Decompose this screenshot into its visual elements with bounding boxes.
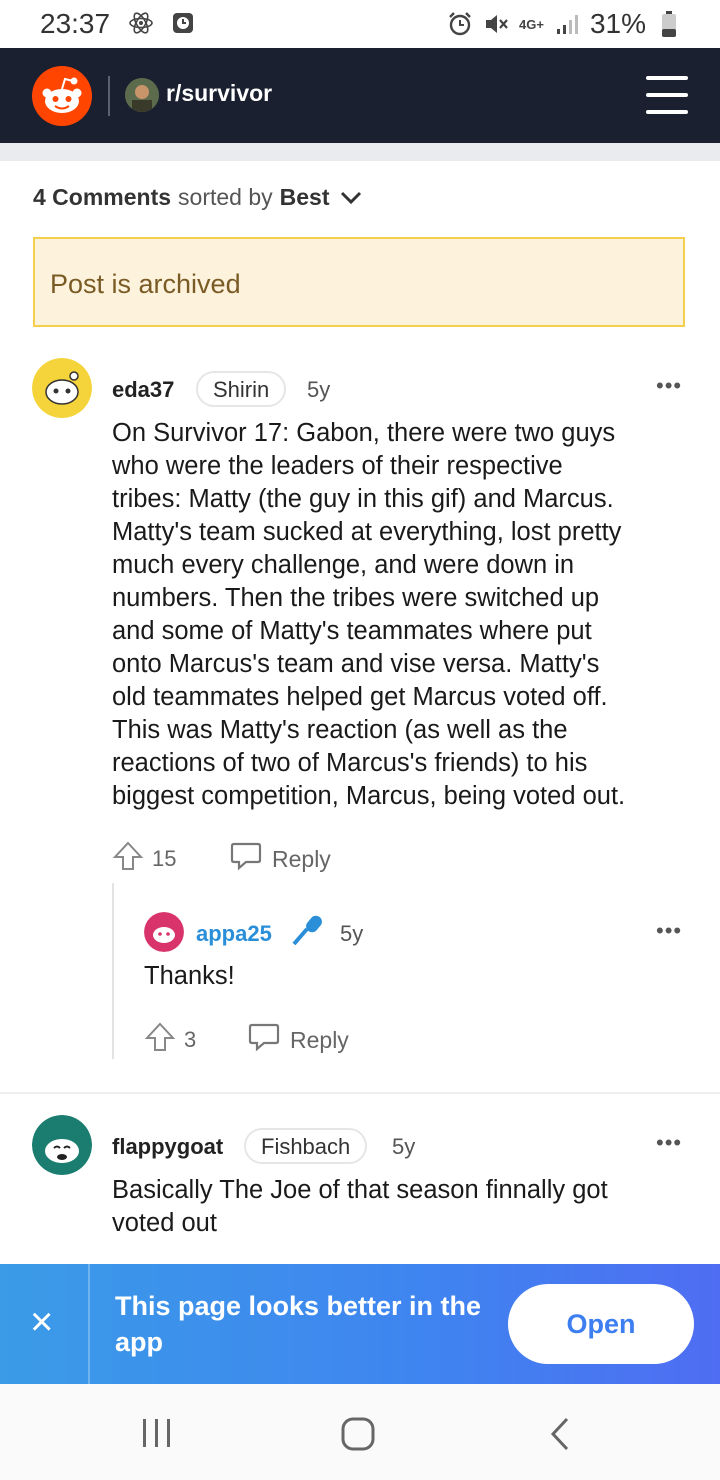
hamburger-menu-icon[interactable]	[646, 76, 690, 114]
avatar[interactable]	[32, 358, 92, 418]
reply-button[interactable]: Reply	[248, 1022, 349, 1058]
system-nav-bar	[0, 1384, 720, 1480]
clock-app-icon	[170, 10, 196, 36]
recents-icon[interactable]	[140, 1418, 174, 1453]
header-divider	[108, 76, 110, 116]
comment-author[interactable]: eda37	[112, 377, 174, 403]
banner-text: This page looks better in the app	[115, 1291, 482, 1357]
chevron-down-icon	[340, 191, 362, 205]
archived-notice: Post is archived	[33, 237, 685, 327]
comment-count: 4 Comments	[33, 184, 172, 210]
avatar[interactable]	[32, 1115, 92, 1175]
comment-author[interactable]: appa25	[196, 921, 272, 947]
reply-button[interactable]: Reply	[230, 841, 331, 877]
comment-age: 5y	[392, 1134, 416, 1159]
vote-count: 15	[152, 846, 177, 871]
vote-count: 3	[184, 1027, 197, 1052]
reply-icon	[230, 841, 262, 877]
upvote-control[interactable]: 15	[112, 840, 176, 878]
open-in-app-banner: × This page looks better in the app Open	[0, 1264, 720, 1384]
status-time: 23:37	[40, 8, 111, 39]
comment-age: 5y	[307, 377, 331, 402]
thread-line[interactable]	[112, 883, 114, 1059]
comment-author[interactable]: flappygoat	[112, 1134, 223, 1160]
upvote-icon[interactable]	[144, 1021, 176, 1059]
upvote-control[interactable]: 3	[144, 1021, 196, 1059]
close-banner-button[interactable]: ×	[0, 1264, 90, 1384]
back-icon[interactable]	[548, 1416, 572, 1457]
microphone-icon	[290, 912, 326, 953]
comment-age: 5y	[340, 921, 364, 946]
avatar[interactable]	[144, 912, 184, 952]
more-options-icon[interactable]: •••	[656, 373, 682, 399]
more-options-icon[interactable]: •••	[656, 1130, 682, 1156]
react-icon	[128, 10, 154, 36]
subreddit-name[interactable]: r/survivor	[166, 80, 272, 107]
reply-icon	[248, 1022, 280, 1058]
user-flair: Shirin	[196, 371, 287, 407]
comment-body: Basically The Joe of that season finnall…	[112, 1176, 608, 1237]
upvote-icon[interactable]	[112, 840, 144, 878]
network-type: 4G+	[519, 16, 544, 32]
more-options-icon[interactable]: •••	[656, 918, 682, 944]
battery-icon	[656, 11, 682, 37]
subreddit-avatar[interactable]	[125, 78, 159, 112]
section-separator	[0, 143, 720, 161]
close-icon[interactable]: ×	[30, 1302, 53, 1342]
battery-percent: 31%	[589, 8, 646, 39]
archived-text: Post is archived	[50, 269, 241, 299]
alarm-icon	[447, 11, 473, 37]
reddit-header: r/survivor	[0, 48, 720, 143]
open-app-button[interactable]: Open	[508, 1284, 694, 1364]
signal-icon	[554, 11, 580, 37]
status-bar: 23:37 4G+ 31%	[0, 0, 720, 48]
sorted-by-label: sorted by	[178, 184, 273, 210]
comment-body: On Survivor 17: Gabon, there were two gu…	[112, 419, 626, 810]
mute-icon	[483, 11, 509, 37]
comment-divider	[0, 1092, 720, 1094]
sort-value: Best	[279, 184, 330, 210]
home-icon[interactable]	[340, 1416, 376, 1457]
user-flair: Fishbach	[244, 1128, 368, 1164]
reddit-logo-icon[interactable]	[32, 66, 92, 126]
comment-body: Thanks!	[144, 962, 235, 990]
comment-sort[interactable]: 4 Comments sorted by Best	[33, 184, 362, 211]
